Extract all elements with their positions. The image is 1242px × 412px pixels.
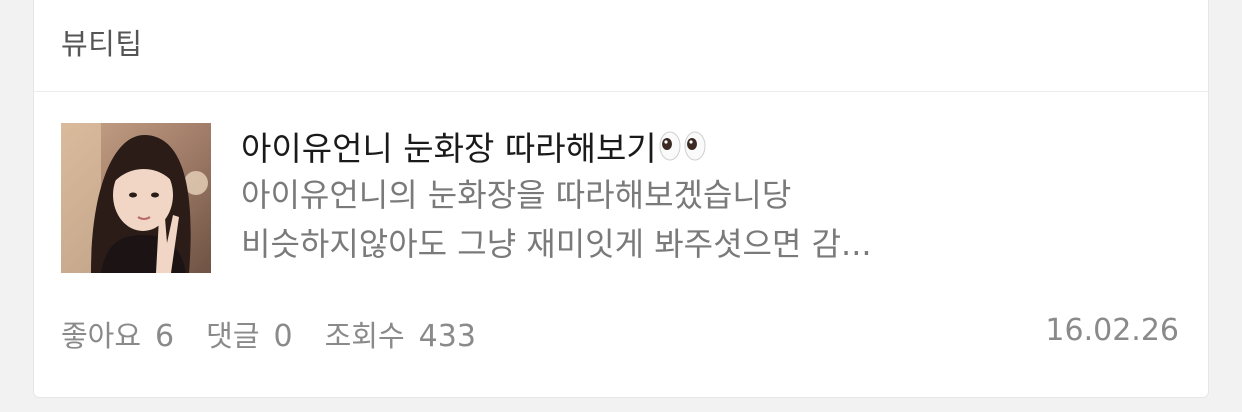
comments-stat: 댓글 0 [206,313,292,355]
post-stats: 좋아요 6 댓글 0 조회수 433 [61,313,508,355]
likes-count: 6 [155,319,175,354]
post-excerpt[interactable]: 아이유언니의 눈화장을 따라해보겠습니당 비슷하지않아도 그냥 재미잇게 봐주셧… [241,171,1041,269]
likes-label: 좋아요 [61,319,142,353]
thumbnail-image [61,123,211,273]
eyes-emoji-icon [659,131,709,161]
post-date: 16.02.26 [1045,313,1179,348]
post-card[interactable]: 뷰티팁 아이유언니 눈화장 따라해보기 아이유언니의 눈화장을 따라해보겠습니당… [33,0,1209,398]
divider [34,91,1208,92]
comments-count: 0 [273,319,293,354]
excerpt-line: 아이유언니의 눈화장을 따라해보겠습니당 [241,176,792,214]
post-title-text: 아이유언니 눈화장 따라해보기 [241,129,657,168]
post-title[interactable]: 아이유언니 눈화장 따라해보기 [241,122,709,170]
views-stat: 조회수 433 [325,313,476,355]
views-label: 조회수 [324,319,405,353]
post-thumbnail[interactable] [61,123,211,273]
likes-stat: 좋아요 6 [61,313,174,355]
comments-label: 댓글 [206,319,260,353]
category-label: 뷰티팁 [61,27,143,61]
excerpt-line: 비슷하지않아도 그냥 재미잇게 봐주셧으면 감... [241,225,872,263]
views-count: 433 [418,319,476,354]
